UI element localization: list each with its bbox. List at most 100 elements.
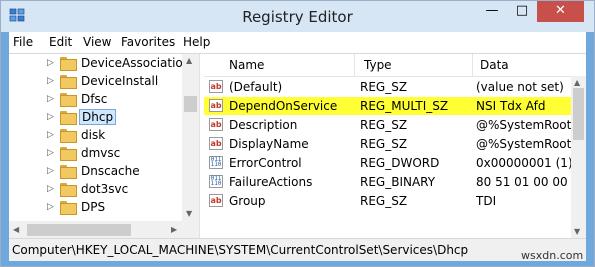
folder-icon xyxy=(60,183,77,197)
tree-item-label: DeviceAssociation xyxy=(81,56,191,70)
value-name: ErrorControl xyxy=(229,156,302,170)
column-divider[interactable] xyxy=(354,54,355,76)
tree-item-label: dot3svc xyxy=(81,182,129,196)
tree-item[interactable]: ▷ disk xyxy=(9,127,199,145)
value-row[interactable]: ab Description REG_SZ @%SystemRoot%\ xyxy=(204,116,586,134)
tree-item-label: Dfsc xyxy=(81,92,108,106)
key-path: Computer\HKEY_LOCAL_MACHINE\SYSTEM\Curre… xyxy=(12,243,469,257)
value-type: REG_MULTI_SZ xyxy=(360,99,449,113)
tree-vertical-scrollbar[interactable]: ▲ ▼ xyxy=(182,54,199,221)
value-data: 0x00000001 (1) xyxy=(476,156,571,170)
column-header-type[interactable]: Type xyxy=(364,58,392,72)
value-data: (value not set) xyxy=(476,80,564,94)
tree-item[interactable]: ▷ Dfsc xyxy=(9,91,199,109)
key-tree-pane[interactable]: ▷ DeviceAssociation ▷ DeviceInstall ▷ Df… xyxy=(9,54,199,239)
value-type: REG_SZ xyxy=(360,194,408,208)
folder-icon xyxy=(60,75,77,89)
column-header-data[interactable]: Data xyxy=(480,58,509,72)
expand-arrow-icon[interactable]: ▷ xyxy=(47,112,54,122)
values-list-pane[interactable]: Name Type Data ab (Default) REG_SZ (valu… xyxy=(204,54,586,239)
folder-icon xyxy=(60,129,77,143)
tree-hscroll-thumb[interactable] xyxy=(27,224,131,236)
scroll-right-icon[interactable]: ▶ xyxy=(171,225,177,234)
folder-icon xyxy=(60,111,77,125)
value-row-highlighted[interactable]: ab DependOnService REG_MULTI_SZ NSI Tdx … xyxy=(204,97,586,115)
tree-item-selected[interactable]: ▷ Dhcp xyxy=(9,109,199,127)
tree-item-label: Dhcp xyxy=(79,109,117,125)
column-header-name[interactable]: Name xyxy=(229,58,264,72)
value-row[interactable]: ab DisplayName REG_SZ @%SystemRoot%\ xyxy=(204,135,586,153)
folder-icon xyxy=(60,147,77,161)
tree-item-label: dmvsc xyxy=(81,146,121,160)
scroll-left-icon[interactable]: ◀ xyxy=(13,225,19,234)
maximize-button[interactable]: □ xyxy=(507,1,537,22)
value-data: @%SystemRoot%\ xyxy=(476,137,571,151)
tree-item-label: DeviceInstall xyxy=(81,74,159,88)
value-data: NSI Tdx Afd xyxy=(476,99,546,113)
folder-icon xyxy=(60,165,77,179)
expand-arrow-icon[interactable]: ▷ xyxy=(47,184,54,194)
expand-arrow-icon[interactable]: ▷ xyxy=(47,202,54,212)
value-type: REG_SZ xyxy=(360,118,408,132)
tree-item[interactable]: ▷ dmvsc xyxy=(9,145,199,163)
registry-editor-window: Registry Editor — □ ✕ File Edit View Fav… xyxy=(0,0,595,267)
value-row[interactable]: 011 110 FailureActions REG_BINARY 80 51 0… xyxy=(204,173,586,191)
tree-item[interactable]: ▷ dot3svc xyxy=(9,181,199,199)
tree-item-label: DPS xyxy=(81,200,106,214)
scroll-down-icon[interactable]: ▼ xyxy=(574,227,580,236)
expand-arrow-icon[interactable]: ▷ xyxy=(47,166,54,176)
value-data: 80 51 01 00 00 00 00 xyxy=(476,175,571,189)
menu-file[interactable]: File xyxy=(13,35,33,49)
list-header: Name Type Data xyxy=(204,54,586,77)
value-name: Group xyxy=(229,194,266,208)
title-bar[interactable]: Registry Editor — □ ✕ xyxy=(1,1,594,32)
folder-icon xyxy=(60,93,77,107)
value-type: REG_BINARY xyxy=(360,175,436,189)
string-value-icon: ab xyxy=(209,194,223,207)
folder-icon xyxy=(60,57,77,71)
value-name: Description xyxy=(229,118,298,132)
tree-horizontal-scrollbar[interactable]: ◀ ▶ xyxy=(9,221,199,239)
value-name: DependOnService xyxy=(229,99,338,113)
expand-arrow-icon[interactable]: ▷ xyxy=(47,76,54,86)
tree-item[interactable]: ▷ DPS xyxy=(9,199,199,217)
string-value-icon: ab xyxy=(209,118,223,131)
tree-item[interactable]: ▷ DeviceInstall xyxy=(9,73,199,91)
menu-view[interactable]: View xyxy=(83,35,111,49)
client-area: ▷ DeviceAssociation ▷ DeviceInstall ▷ Df… xyxy=(9,53,586,239)
scroll-up-icon[interactable]: ▲ xyxy=(186,56,192,65)
value-name: DisplayName xyxy=(229,137,309,151)
column-divider[interactable] xyxy=(472,54,473,76)
values-vertical-scrollbar[interactable]: ▲ ▼ xyxy=(571,76,586,239)
value-name: (Default) xyxy=(229,80,283,94)
value-data: @%SystemRoot%\ xyxy=(476,118,571,132)
menu-edit[interactable]: Edit xyxy=(49,35,72,49)
string-value-icon: ab xyxy=(209,137,223,150)
tree-item[interactable]: ▷ Dnscache xyxy=(9,163,199,181)
value-row[interactable]: ab (Default) REG_SZ (value not set) xyxy=(204,78,586,96)
binary-value-icon: 011 110 xyxy=(209,156,223,169)
menu-favorites[interactable]: Favorites xyxy=(121,35,175,49)
status-bar: Computer\HKEY_LOCAL_MACHINE\SYSTEM\Curre… xyxy=(9,238,586,261)
watermark-text: wsxdn.com xyxy=(521,249,584,262)
value-type: REG_DWORD xyxy=(360,156,440,170)
values-scroll-thumb[interactable] xyxy=(573,88,584,140)
scroll-down-icon[interactable]: ▼ xyxy=(186,209,192,218)
tree-scroll-thumb[interactable] xyxy=(184,96,197,112)
tree-item-label: Dnscache xyxy=(81,164,140,178)
expand-arrow-icon[interactable]: ▷ xyxy=(47,58,54,68)
folder-icon xyxy=(60,201,77,215)
value-name: FailureActions xyxy=(229,175,313,189)
tree-item-label: disk xyxy=(81,128,106,142)
tree-item[interactable]: ▷ DeviceAssociation xyxy=(9,55,199,73)
menu-help[interactable]: Help xyxy=(183,35,210,49)
close-button[interactable]: ✕ xyxy=(537,1,584,22)
expand-arrow-icon[interactable]: ▷ xyxy=(47,148,54,158)
value-row[interactable]: 011 110 ErrorControl REG_DWORD 0x00000001… xyxy=(204,154,586,172)
scroll-up-icon[interactable]: ▲ xyxy=(574,78,580,87)
value-type: REG_SZ xyxy=(360,80,408,94)
expand-arrow-icon[interactable]: ▷ xyxy=(47,130,54,140)
value-row[interactable]: ab Group REG_SZ TDI xyxy=(204,192,586,210)
minimize-button[interactable]: — xyxy=(477,1,507,22)
expand-arrow-icon[interactable]: ▷ xyxy=(47,94,54,104)
